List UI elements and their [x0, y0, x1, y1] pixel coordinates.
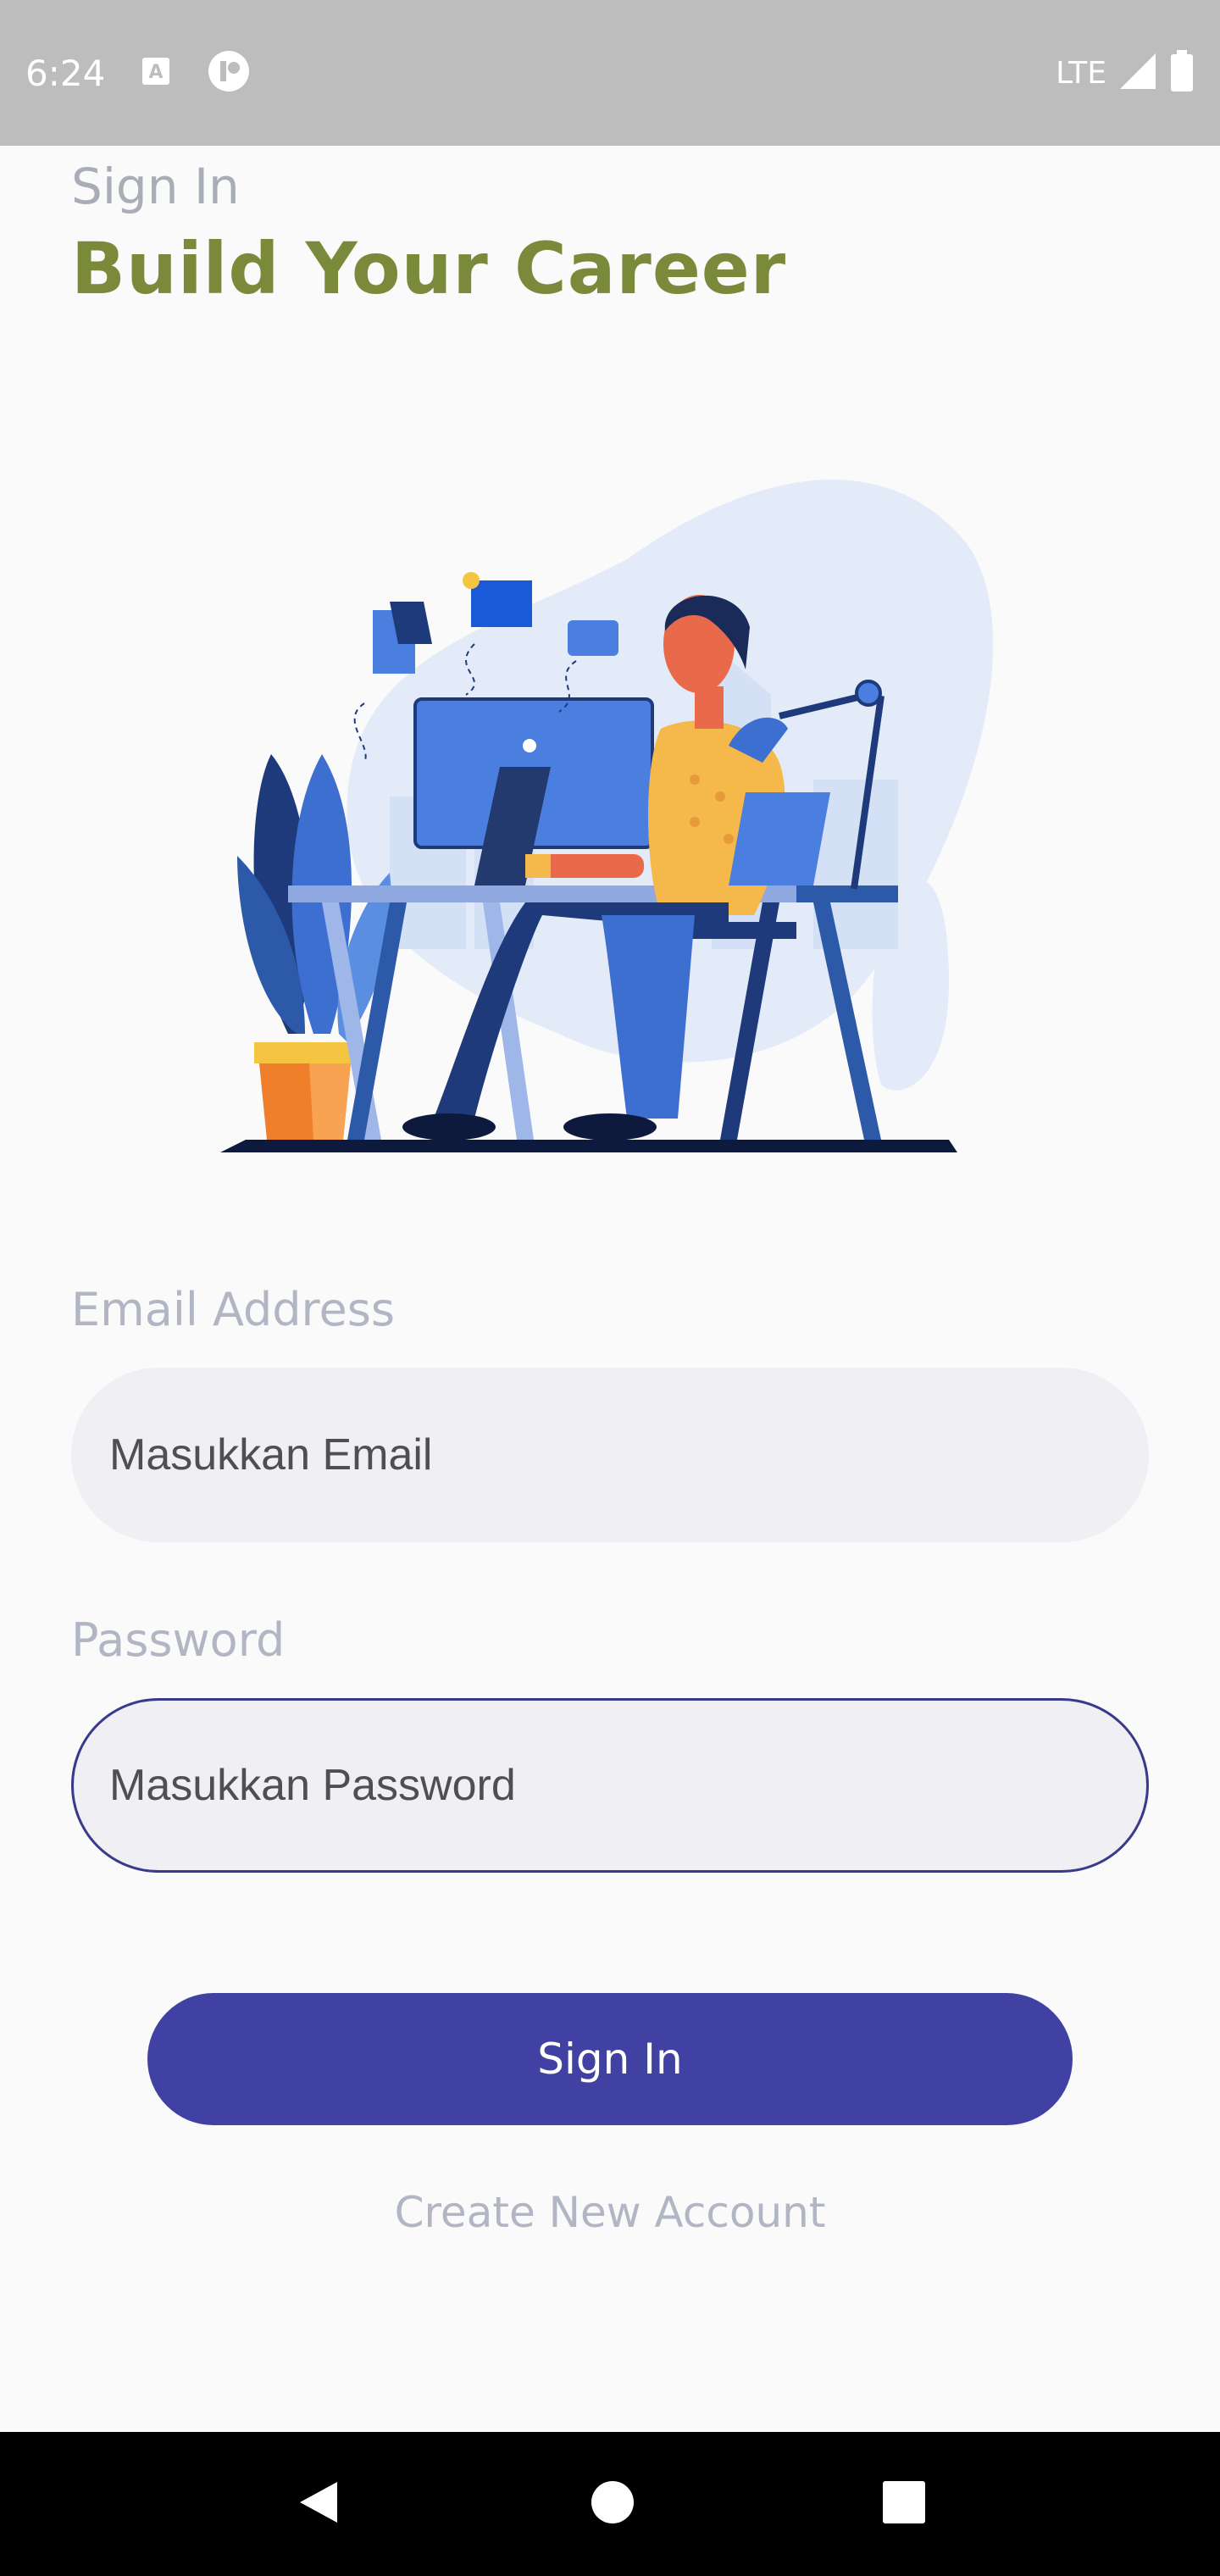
battery-icon — [1169, 49, 1195, 97]
home-icon[interactable] — [590, 2479, 635, 2529]
page-title: Build Your Career — [71, 227, 787, 310]
status-bar: 6:24 A LTE — [0, 0, 1220, 146]
a-notification-icon: A — [139, 54, 173, 92]
page-subtitle: Sign In — [71, 158, 240, 215]
signal-icon — [1118, 52, 1157, 95]
network-type: LTE — [1056, 55, 1106, 91]
status-time: 6:24 — [25, 52, 106, 94]
status-right: LTE — [1056, 49, 1195, 97]
email-field[interactable] — [71, 1368, 1149, 1542]
email-label: Email Address — [71, 1283, 396, 1336]
back-icon[interactable] — [293, 2477, 344, 2532]
status-left: 6:24 A — [25, 49, 251, 97]
svg-text:A: A — [149, 62, 164, 83]
recents-icon[interactable] — [881, 2479, 927, 2529]
sign-in-button[interactable]: Sign In — [147, 1993, 1073, 2125]
navigation-bar — [0, 2432, 1220, 2576]
create-account-link[interactable]: Create New Account — [0, 2188, 1220, 2237]
password-label: Password — [71, 1613, 286, 1667]
password-field[interactable] — [71, 1698, 1149, 1873]
person-working-at-desk-illustration — [220, 441, 1008, 1161]
app-notification-icon — [207, 49, 251, 97]
